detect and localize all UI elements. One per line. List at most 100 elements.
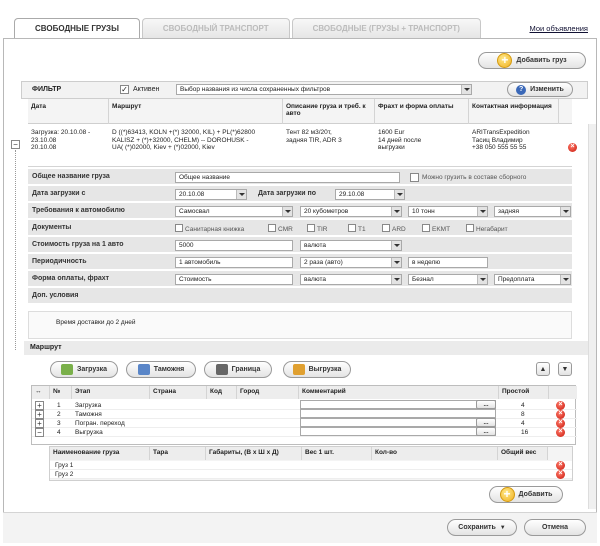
route-customs-button[interactable]: Таможня: [126, 361, 196, 378]
tree-line: [15, 150, 16, 350]
period-times-select[interactable]: 2 раза (авто): [300, 257, 402, 268]
delete-icon[interactable]: ×: [556, 401, 565, 410]
doc-cmr[interactable]: CMR: [268, 224, 293, 233]
route-unload-button[interactable]: Выгрузка: [283, 361, 351, 378]
pay-cost-input[interactable]: Стоимость: [175, 274, 293, 285]
doc-tir[interactable]: TIR: [307, 224, 327, 233]
add-cargo-item-button[interactable]: + Добавить: [489, 486, 563, 503]
results-header: Дата Маршрут Описание груза и треб. к ав…: [28, 99, 572, 124]
comment-input[interactable]: [300, 427, 496, 436]
comment-input[interactable]: [300, 409, 496, 418]
pay-terms-select[interactable]: Предоплата: [494, 274, 571, 285]
consolidated-checkbox[interactable]: [410, 173, 419, 182]
save-button[interactable]: Сохранить ▼: [447, 519, 517, 536]
comment-input[interactable]: [300, 418, 496, 427]
delete-icon[interactable]: ×: [556, 470, 565, 479]
cost-input[interactable]: 5000: [175, 240, 293, 251]
load-to-select[interactable]: 29.10.08: [335, 189, 405, 200]
col-freight: Фрахт и форма оплаты: [375, 99, 469, 124]
collapse-icon[interactable]: −: [11, 140, 20, 149]
collapse-icon[interactable]: −: [35, 428, 44, 437]
add-cargo-button[interactable]: + Добавить груз: [478, 52, 586, 69]
cost-currency-select[interactable]: валюта: [300, 240, 402, 251]
chevron-down-icon: [477, 207, 487, 216]
expand-icon[interactable]: +: [35, 410, 44, 419]
chevron-down-icon: [477, 275, 487, 284]
loading-type-select[interactable]: задняя: [494, 206, 571, 217]
row-load-dates: Дата загрузки с Дата загрузки по: [28, 186, 572, 202]
cargo-freight: 1600 Eur 14 дней после выгрузки: [378, 129, 422, 151]
comment-more-button[interactable]: ...: [476, 400, 496, 409]
chevron-down-icon: [394, 190, 404, 199]
pay-currency-select[interactable]: валюта: [300, 274, 402, 285]
delete-icon[interactable]: ×: [556, 428, 565, 437]
tab-free-cargo[interactable]: СВОБОДНЫЕ ГРУЗЫ: [14, 18, 140, 40]
load-from-select[interactable]: 20.10.08: [175, 189, 247, 200]
border-icon: [215, 364, 228, 375]
row-extra: Доп. условия: [28, 288, 572, 304]
tab-free-combined[interactable]: СВОБОДНЫЕ (ГРУЗЫ + ТРАНСПОРТ): [291, 18, 481, 38]
change-filter-button[interactable]: ? Изменить: [507, 82, 573, 97]
route-border-button[interactable]: Граница: [204, 361, 272, 378]
pay-type-select[interactable]: Безнал: [408, 274, 488, 285]
weight-select[interactable]: 10 тонн: [408, 206, 488, 217]
cargo-items-table: Наименование груза Тара Габариты, (В х Ш…: [49, 446, 573, 481]
chevron-down-icon: [391, 275, 401, 284]
doc-oversize[interactable]: Негабарит: [466, 224, 508, 233]
cargo-name-input[interactable]: Общее название: [175, 172, 400, 183]
plus-icon: +: [497, 53, 513, 68]
plus-icon: +: [499, 487, 515, 502]
saved-filter-select[interactable]: Выбор названия из числа сохраненных филь…: [176, 84, 472, 95]
customs-icon: [137, 364, 150, 375]
chevron-down-icon: [391, 241, 401, 250]
list-item[interactable]: Груз 2: [50, 470, 572, 479]
expand-icon[interactable]: +: [35, 401, 44, 410]
cargo-route: D ((*)63413, KOLN +(*) 32000, KIL) + PL(…: [112, 129, 256, 151]
col-route: Маршрут: [109, 99, 283, 124]
chevron-down-icon: [236, 190, 246, 199]
filter-active-checkbox[interactable]: ✓: [120, 85, 129, 94]
move-up-button[interactable]: ▲: [536, 362, 550, 376]
unloading-icon: [292, 364, 305, 375]
route-load-button[interactable]: Загрузка: [50, 361, 118, 378]
chevron-down-icon: [391, 258, 401, 267]
cancel-button[interactable]: Отмена: [524, 519, 586, 536]
tab-bar: СВОБОДНЫЕ ГРУЗЫ СВОБОДНЫЙ ТРАНСПОРТ СВОБ…: [14, 18, 483, 40]
period-autos-input[interactable]: 1 автомобиль: [175, 257, 293, 268]
arrow-up-icon: ▲: [539, 365, 547, 373]
tab-free-transport[interactable]: СВОБОДНЫЙ ТРАНСПОРТ: [141, 18, 290, 38]
cargo-desc: Тент 82 м3/20т, задняя TIR, ADR 3: [286, 129, 342, 144]
move-down-button[interactable]: ▼: [558, 362, 572, 376]
doc-ekmt[interactable]: EKMT: [422, 224, 450, 233]
comment-more-button[interactable]: ...: [476, 418, 496, 427]
chevron-down-icon: [391, 207, 401, 216]
expand-all-icon[interactable]: ↔: [32, 386, 50, 399]
cargo-contact: ARITransExpedition Тасиц Владимир +38 05…: [472, 129, 530, 151]
delete-icon[interactable]: ×: [556, 419, 565, 428]
my-ads-link[interactable]: Мои объявления: [530, 24, 589, 33]
extra-conditions-textarea[interactable]: Время доставки до 2 дней: [28, 311, 572, 339]
delete-icon[interactable]: ×: [568, 143, 577, 152]
comment-input[interactable]: [300, 400, 496, 409]
cargo-row[interactable]: Загрузка: 20.10.08 - 23.10.08 20.10.08 D…: [28, 124, 572, 167]
comment-more-button[interactable]: ...: [476, 427, 496, 436]
route-section-title: Маршрут: [24, 341, 588, 355]
body-type-select[interactable]: Самосвал: [175, 206, 293, 217]
expand-icon[interactable]: +: [35, 419, 44, 428]
delete-icon[interactable]: ×: [556, 461, 565, 470]
loading-icon: [60, 364, 73, 375]
delete-icon[interactable]: ×: [556, 410, 565, 419]
chevron-down-icon: [560, 275, 570, 284]
col-desc: Описание груза и треб. к авто: [283, 99, 375, 124]
filter-label: ФИЛЬТР: [32, 86, 62, 93]
help-icon: ?: [516, 84, 527, 95]
list-item[interactable]: Груз 1: [50, 461, 572, 470]
chevron-down-icon: [560, 207, 570, 216]
volume-select[interactable]: 20 кубометров: [300, 206, 402, 217]
doc-t1[interactable]: T1: [348, 224, 366, 233]
filter-active-label: Активен: [133, 86, 160, 93]
doc-ard[interactable]: ARD: [382, 224, 406, 233]
scrollbar[interactable]: [588, 124, 596, 509]
period-unit-input[interactable]: в неделю: [408, 257, 488, 268]
doc-sanitary[interactable]: Санитарная книжка: [175, 224, 244, 233]
